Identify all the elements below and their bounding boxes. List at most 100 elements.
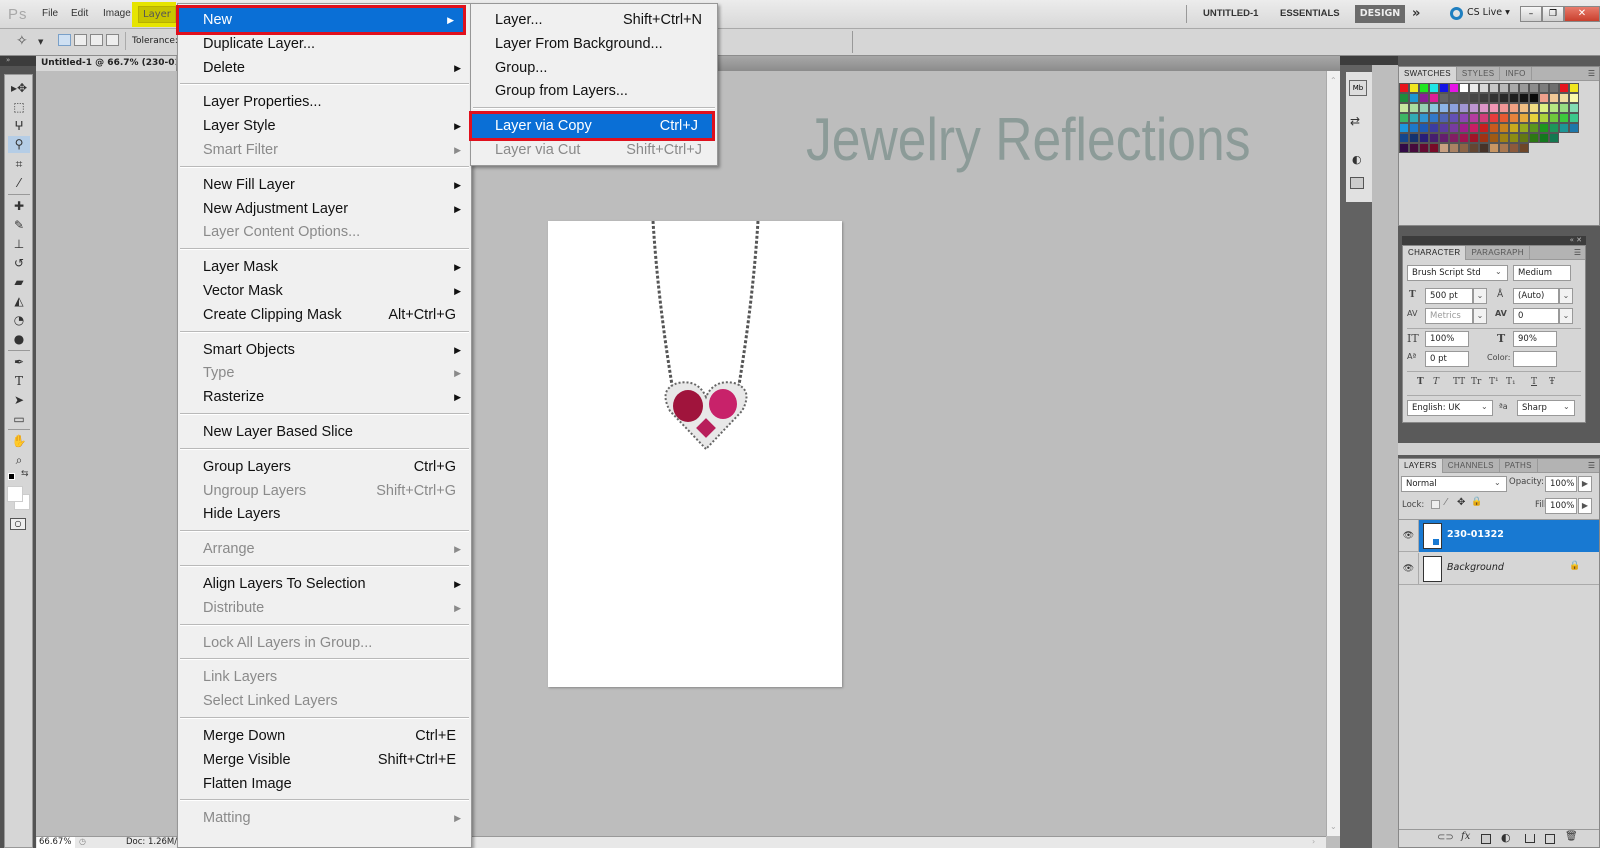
submenu-item-group[interactable]: Group... bbox=[472, 56, 716, 80]
link-icon[interactable]: ⊂⊃ bbox=[1437, 832, 1454, 843]
swatch[interactable] bbox=[1529, 103, 1539, 113]
swatch[interactable] bbox=[1529, 83, 1539, 93]
default-colors-icon[interactable] bbox=[8, 473, 15, 480]
swatch[interactable] bbox=[1489, 143, 1499, 153]
vertical-scale-field[interactable]: 100% bbox=[1425, 331, 1469, 347]
menu-item-merge-down[interactable]: Merge Down Ctrl+E bbox=[179, 724, 470, 748]
eraser-tool-icon[interactable]: ▰ bbox=[8, 274, 30, 291]
submenu-item-layer-from-background[interactable]: Layer From Background... bbox=[472, 32, 716, 56]
swatch[interactable] bbox=[1479, 133, 1489, 143]
swatch[interactable] bbox=[1469, 103, 1479, 113]
swatch[interactable] bbox=[1519, 83, 1529, 93]
workspace-untitled[interactable]: UNTITLED-1 bbox=[1203, 8, 1258, 19]
swatch[interactable] bbox=[1509, 113, 1519, 123]
swatch[interactable] bbox=[1499, 83, 1509, 93]
menu-item-link-layers[interactable]: Link Layers bbox=[179, 665, 470, 689]
swatch[interactable] bbox=[1439, 93, 1449, 103]
menu-item-align-layers-to-selection[interactable]: Align Layers To Selection ▶ bbox=[179, 572, 470, 596]
swatch[interactable] bbox=[1479, 93, 1489, 103]
menu-item-lock-all-layers-in-group[interactable]: Lock All Layers in Group... bbox=[179, 631, 470, 655]
type-tool-icon[interactable]: T bbox=[8, 373, 30, 390]
lock-all-icon[interactable]: 🔒 bbox=[1471, 497, 1482, 507]
tool-preset-chevron-icon[interactable]: ▼ bbox=[38, 38, 43, 46]
fill-slider-button[interactable]: ▶ bbox=[1578, 498, 1592, 514]
strikethrough-button[interactable]: Ŧ bbox=[1549, 377, 1555, 387]
path-selection-tool-icon[interactable]: ➤ bbox=[8, 392, 30, 409]
collapse-tools-icon[interactable]: » bbox=[0, 56, 36, 66]
swatch[interactable] bbox=[1439, 123, 1449, 133]
marquee-tool-icon[interactable]: ⬚ bbox=[8, 99, 30, 116]
swatch[interactable] bbox=[1459, 143, 1469, 153]
menu-item-group-layers[interactable]: Group Layers Ctrl+G bbox=[179, 455, 470, 479]
swatch[interactable] bbox=[1399, 143, 1409, 153]
swatch[interactable] bbox=[1439, 133, 1449, 143]
swatch[interactable] bbox=[1509, 93, 1519, 103]
swatch[interactable] bbox=[1399, 113, 1409, 123]
new-selection-icon[interactable] bbox=[58, 34, 71, 46]
font-family-select[interactable]: Brush Script Std bbox=[1407, 265, 1508, 281]
panel-menu-icon[interactable]: ☰ bbox=[1588, 67, 1599, 81]
swatch[interactable] bbox=[1509, 83, 1519, 93]
swatch[interactable] bbox=[1449, 83, 1459, 93]
font-size-dropdown[interactable]: ⌄ bbox=[1473, 288, 1487, 304]
swatch[interactable] bbox=[1409, 113, 1419, 123]
layer-name[interactable]: 230-01322 bbox=[1447, 529, 1504, 540]
swatch[interactable] bbox=[1449, 93, 1459, 103]
swatch[interactable] bbox=[1449, 133, 1459, 143]
swatch[interactable] bbox=[1469, 143, 1479, 153]
swatch[interactable] bbox=[1419, 133, 1429, 143]
fx-icon[interactable]: fx bbox=[1461, 831, 1470, 842]
dodge-tool-icon[interactable]: ● bbox=[8, 331, 30, 348]
scroll-down-icon[interactable]: ⌄ bbox=[1330, 822, 1337, 831]
new-layer-icon[interactable] bbox=[1545, 834, 1555, 844]
swatch[interactable] bbox=[1539, 103, 1549, 113]
small-caps-button[interactable]: Tr bbox=[1471, 377, 1481, 387]
swatch[interactable] bbox=[1449, 113, 1459, 123]
swatch[interactable] bbox=[1399, 93, 1409, 103]
layer-name[interactable]: Background bbox=[1447, 562, 1504, 573]
actions-icon[interactable] bbox=[1350, 177, 1364, 189]
swatch[interactable] bbox=[1439, 143, 1449, 153]
swatch[interactable] bbox=[1399, 83, 1409, 93]
submenu-item-layer[interactable]: Layer... Shift+Ctrl+N bbox=[472, 8, 716, 32]
menu-item-type[interactable]: Type ▶ bbox=[179, 361, 470, 385]
rectangle-tool-icon[interactable]: ▭ bbox=[8, 411, 30, 428]
swatch[interactable] bbox=[1429, 83, 1439, 93]
zoom-level-field[interactable]: 66.67% bbox=[37, 837, 75, 848]
swatch[interactable] bbox=[1519, 133, 1529, 143]
menu-item-flatten-image[interactable]: Flatten Image bbox=[179, 772, 470, 796]
swatch[interactable] bbox=[1459, 123, 1469, 133]
menu-item-arrange[interactable]: Arrange ▶ bbox=[179, 537, 470, 561]
submenu-item-layer-via-copy[interactable]: Layer via Copy Ctrl+J bbox=[469, 111, 715, 142]
scroll-right-icon[interactable]: › bbox=[1312, 837, 1315, 846]
quick-mask-icon[interactable]: ○ bbox=[10, 518, 26, 530]
swatch[interactable] bbox=[1549, 133, 1559, 143]
brush-tool-icon[interactable]: ✎ bbox=[8, 217, 30, 234]
swatch[interactable] bbox=[1469, 113, 1479, 123]
swatch[interactable] bbox=[1479, 103, 1489, 113]
tracking-dropdown[interactable]: ⌄ bbox=[1559, 308, 1573, 324]
menu-item-layer-properties[interactable]: Layer Properties... bbox=[179, 90, 470, 114]
swatch[interactable] bbox=[1439, 103, 1449, 113]
panel-menu-icon[interactable]: ☰ bbox=[1574, 246, 1585, 260]
underline-button[interactable]: T bbox=[1531, 377, 1537, 387]
swatch[interactable] bbox=[1489, 133, 1499, 143]
layer-row[interactable]: 👁 Background 🔒 bbox=[1399, 553, 1599, 585]
swatch[interactable] bbox=[1519, 143, 1529, 153]
leading-dropdown[interactable]: ⌄ bbox=[1559, 288, 1573, 304]
tab-paths[interactable]: PATHS bbox=[1500, 459, 1538, 473]
lasso-tool-icon[interactable]: ⵖ bbox=[8, 118, 30, 135]
menu-item-delete[interactable]: Delete ▶ bbox=[179, 56, 470, 80]
menu-item-vector-mask[interactable]: Vector Mask ▶ bbox=[179, 279, 470, 303]
history-brush-tool-icon[interactable]: ↺ bbox=[8, 255, 30, 272]
swatch[interactable] bbox=[1529, 113, 1539, 123]
swatch[interactable] bbox=[1469, 93, 1479, 103]
history-icon[interactable]: ⇄ bbox=[1350, 114, 1360, 128]
swatch[interactable] bbox=[1429, 93, 1439, 103]
lock-transparency-icon[interactable] bbox=[1431, 500, 1440, 509]
swatch[interactable] bbox=[1489, 113, 1499, 123]
pen-tool-icon[interactable]: ✒ bbox=[8, 354, 30, 371]
swatch[interactable] bbox=[1429, 133, 1439, 143]
swatch[interactable] bbox=[1489, 103, 1499, 113]
swatch[interactable] bbox=[1539, 123, 1549, 133]
